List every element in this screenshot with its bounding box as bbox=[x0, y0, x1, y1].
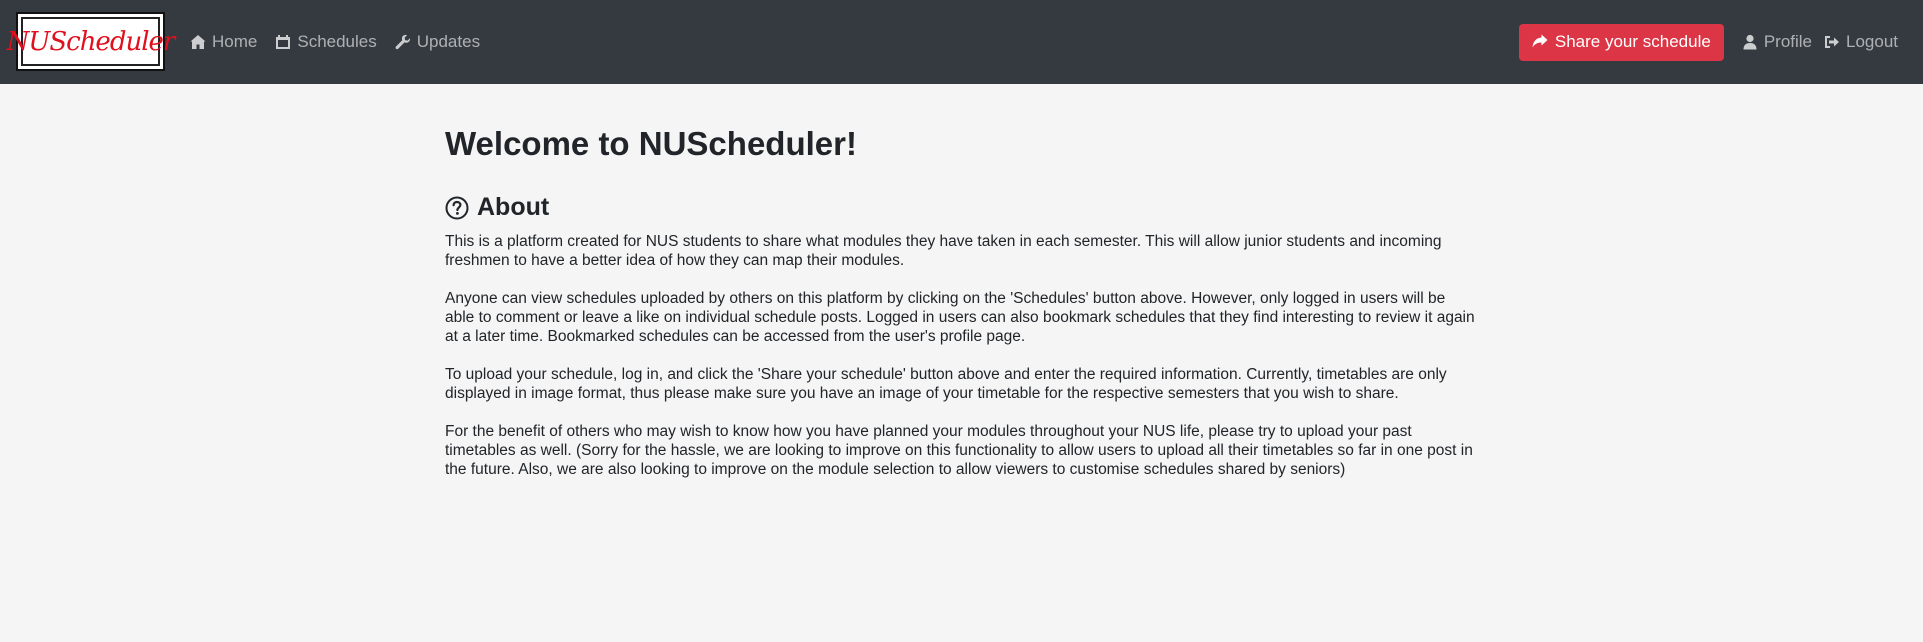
nav-right: Share your schedule Profile Logout bbox=[1518, 0, 1898, 84]
nav-updates[interactable]: Updates bbox=[395, 32, 480, 52]
brand-logo[interactable]: NUScheduler bbox=[7, 12, 175, 71]
logout-icon bbox=[1825, 36, 1839, 48]
about-heading-text: About bbox=[477, 193, 550, 221]
nav-schedules-label: Schedules bbox=[297, 32, 377, 51]
navbar: NUScheduler Home Schedules Updates Share… bbox=[0, 0, 1923, 84]
nav-left: Home Schedules Updates bbox=[190, 0, 480, 84]
about-paragraph-4: For the benefit of others who may wish t… bbox=[445, 423, 1473, 478]
nav-logout[interactable]: Logout bbox=[1824, 32, 1898, 52]
nav-home[interactable]: Home bbox=[190, 32, 257, 52]
brand-text: NUScheduler bbox=[6, 26, 176, 57]
share-schedule-button[interactable]: Share your schedule bbox=[1518, 23, 1724, 61]
about-paragraph-2: Anyone can view schedules uploaded by ot… bbox=[445, 290, 1475, 345]
wrench-icon bbox=[395, 34, 410, 50]
nav-schedules[interactable]: Schedules bbox=[275, 32, 377, 52]
nav-updates-label: Updates bbox=[416, 32, 481, 51]
nav-logout-label: Logout bbox=[1846, 32, 1898, 51]
about-paragraph-3: To upload your schedule, log in, and cli… bbox=[445, 366, 1447, 402]
about-heading: About bbox=[445, 193, 1475, 222]
about-paragraph-1: This is a platform created for NUS stude… bbox=[445, 233, 1442, 269]
home-icon bbox=[190, 35, 206, 49]
calendar-icon bbox=[276, 35, 291, 49]
share-icon bbox=[1532, 34, 1548, 48]
main-content: Welcome to NUScheduler! About This is a … bbox=[445, 125, 1475, 498]
nav-profile[interactable]: Profile bbox=[1742, 32, 1812, 52]
share-schedule-label: Share your schedule bbox=[1554, 32, 1711, 51]
nav-profile-label: Profile bbox=[1763, 32, 1812, 51]
nav-home-label: Home bbox=[212, 32, 258, 51]
page-title: Welcome to NUScheduler! bbox=[445, 125, 857, 162]
question-circle-icon bbox=[445, 196, 469, 219]
user-icon bbox=[1743, 34, 1757, 50]
